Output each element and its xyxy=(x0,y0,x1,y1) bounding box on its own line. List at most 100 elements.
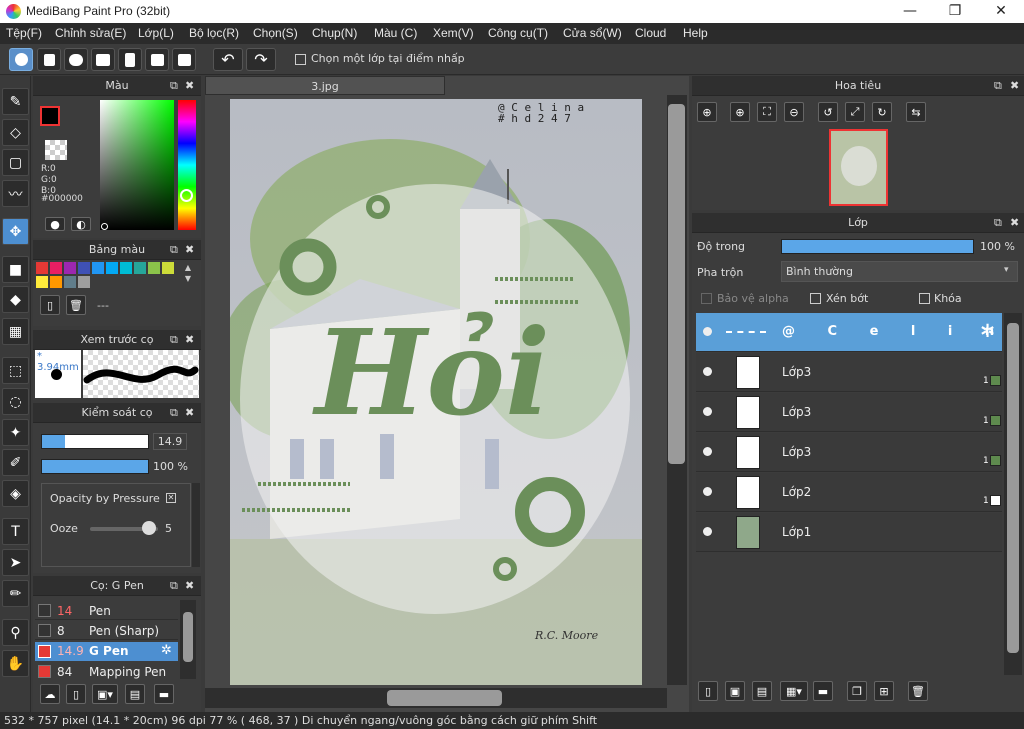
layer-opacity-slider[interactable] xyxy=(781,239,974,254)
select-eraser-icon[interactable]: ◈ xyxy=(2,480,29,507)
hand-tool-icon[interactable]: ✋ xyxy=(2,650,29,677)
maximize-button[interactable]: ❐ xyxy=(932,0,978,23)
brush-list-scrollbar[interactable] xyxy=(180,600,196,679)
zoom-in-icon[interactable]: ⊕ xyxy=(697,102,717,122)
layer-row[interactable]: Lớp1 xyxy=(696,513,1002,552)
menu-select[interactable]: Chọn(S) xyxy=(253,26,298,40)
rotate-left-icon[interactable]: ↺ xyxy=(818,102,838,122)
brush-options-scrollbar[interactable] xyxy=(192,483,200,567)
brush-tool-icon[interactable]: ✎ xyxy=(2,88,29,115)
move-tool-icon[interactable]: ✥ xyxy=(2,218,29,245)
canvas-hscroll-thumb[interactable] xyxy=(387,690,502,706)
brush-size-value[interactable]: 14.9 xyxy=(153,433,187,450)
palette-swatch[interactable] xyxy=(78,262,90,274)
speech-bubble-icon[interactable] xyxy=(91,48,115,71)
layer-row[interactable]: Lớp3 1 xyxy=(696,393,1002,432)
brush-item-selected[interactable]: 14.9 G Pen ✲ xyxy=(35,642,178,661)
curve-tool-icon[interactable]: 〰 xyxy=(2,180,29,207)
menu-file[interactable]: Tệp(F) xyxy=(6,26,42,40)
zoom-out-icon[interactable]: ⊖ xyxy=(784,102,804,122)
navigator-thumbnail[interactable] xyxy=(829,129,888,206)
layer-row-selected[interactable]: @ C e l i n a ✲ xyxy=(696,313,1002,352)
foreground-color-swatch[interactable] xyxy=(40,106,60,126)
layer-row[interactable]: Lớp3 1 xyxy=(696,353,1002,392)
brush-folder-icon[interactable]: ▬ xyxy=(154,684,174,704)
brush-settings-icon[interactable]: ✲ xyxy=(161,643,172,658)
layer-settings-icon[interactable]: ✲ xyxy=(980,321,995,342)
lasso-icon[interactable]: ◌ xyxy=(2,388,29,415)
canvas-vscroll-thumb[interactable] xyxy=(668,104,685,464)
select-layer-checkbox[interactable] xyxy=(295,54,306,68)
undock-icon[interactable]: ⧉ xyxy=(170,240,178,260)
palette-swatch[interactable] xyxy=(120,262,132,274)
menu-help[interactable]: Help xyxy=(683,26,708,40)
edit-list-icon[interactable] xyxy=(172,48,196,71)
saturation-value-picker[interactable] xyxy=(100,100,174,230)
undock-icon[interactable]: ⧉ xyxy=(994,213,1002,233)
divide-tool-icon[interactable]: ✏ xyxy=(2,580,29,607)
palette-swatch[interactable] xyxy=(50,276,62,288)
add-layer-menu-icon[interactable]: ▦▾ xyxy=(780,681,808,701)
redo-icon[interactable]: ↷ xyxy=(246,48,276,71)
close-panel-icon[interactable]: ✖ xyxy=(185,76,194,96)
menu-view[interactable]: Xem(V) xyxy=(433,26,474,40)
zoom-plus-icon[interactable]: ⊕ xyxy=(730,102,750,122)
eyedropper-icon[interactable]: ⚲ xyxy=(2,619,29,646)
eraser-tool-icon[interactable]: ◇ xyxy=(2,119,29,146)
menu-snap[interactable]: Chụp(N) xyxy=(312,26,357,40)
transparent-swatch[interactable] xyxy=(45,140,67,160)
new-palette-icon[interactable]: ▯ xyxy=(40,295,60,315)
palette-swatch[interactable] xyxy=(64,276,76,288)
palette-swatch[interactable] xyxy=(50,262,62,274)
actual-size-icon[interactable]: ⤢ xyxy=(845,102,865,122)
palette-scroll[interactable]: ▲ ▼ xyxy=(182,262,194,288)
magic-wand-icon[interactable]: ✦ xyxy=(2,419,29,446)
close-panel-icon[interactable]: ✖ xyxy=(185,403,194,423)
brush-opacity-slider[interactable] xyxy=(41,459,149,474)
rectangle-tool-icon[interactable]: ▢ xyxy=(2,149,29,176)
layer-list-scrollbar[interactable] xyxy=(1004,313,1022,675)
lock-checkbox[interactable] xyxy=(919,293,930,304)
artwork[interactable]: Hỏi @ C e l i n a # h d 2 4 7 R.C. Moore xyxy=(230,99,642,685)
share-icon[interactable] xyxy=(37,48,61,71)
gradient-tool-icon[interactable]: ▦ xyxy=(2,318,29,345)
palette-swatch[interactable] xyxy=(36,276,48,288)
palette-swatch[interactable] xyxy=(106,262,118,274)
text-tool-icon[interactable]: T xyxy=(2,518,29,545)
brush-size-slider[interactable] xyxy=(41,434,149,449)
close-panel-icon[interactable]: ✖ xyxy=(185,576,194,596)
cloud-brush-icon[interactable]: ☁ xyxy=(40,684,60,704)
blend-mode-select[interactable]: Bình thường ▾ xyxy=(781,261,1018,282)
undock-icon[interactable]: ⧉ xyxy=(170,330,178,350)
minimize-button[interactable]: — xyxy=(887,0,933,23)
document-icon[interactable] xyxy=(118,48,142,71)
menu-cloud[interactable]: Cloud xyxy=(635,26,666,40)
eye-icon[interactable] xyxy=(703,527,712,536)
clipping-checkbox[interactable] xyxy=(810,293,821,304)
opacity-pressure-checkbox[interactable]: ✕ xyxy=(166,493,176,503)
layer-folder-icon[interactable]: ▬ xyxy=(813,681,833,701)
brush-item[interactable]: 8 Pen (Sharp) xyxy=(35,622,178,640)
merge-layer-icon[interactable]: ⊞ xyxy=(874,681,894,701)
comment-icon[interactable] xyxy=(64,48,88,71)
close-panel-icon[interactable]: ✖ xyxy=(1010,76,1019,96)
eye-icon[interactable] xyxy=(703,447,712,456)
fill-rect-tool-icon[interactable]: ■ xyxy=(2,256,29,283)
document-tab[interactable]: 3.jpg xyxy=(205,76,445,95)
color-mode-icon[interactable]: ● xyxy=(45,217,65,231)
close-panel-icon[interactable]: ✖ xyxy=(185,330,194,350)
delete-palette-icon[interactable]: 🗑 xyxy=(66,295,86,315)
eye-icon[interactable] xyxy=(703,487,712,496)
add-brush-icon[interactable]: ▣▾ xyxy=(92,684,118,704)
brush-item[interactable]: 14 Pen xyxy=(35,602,178,620)
new-layer-icon[interactable]: ▯ xyxy=(698,681,718,701)
ooze-slider-handle[interactable] xyxy=(142,521,156,535)
cloud-check-icon[interactable] xyxy=(9,48,33,71)
palette-swatch[interactable] xyxy=(148,262,160,274)
undock-icon[interactable]: ⧉ xyxy=(170,576,178,596)
menu-layer[interactable]: Lớp(L) xyxy=(138,26,174,40)
eye-icon[interactable] xyxy=(703,367,712,376)
palette-swatch[interactable] xyxy=(162,262,174,274)
palette-swatch[interactable] xyxy=(64,262,76,274)
select-pen-icon[interactable]: ✐ xyxy=(2,449,29,476)
